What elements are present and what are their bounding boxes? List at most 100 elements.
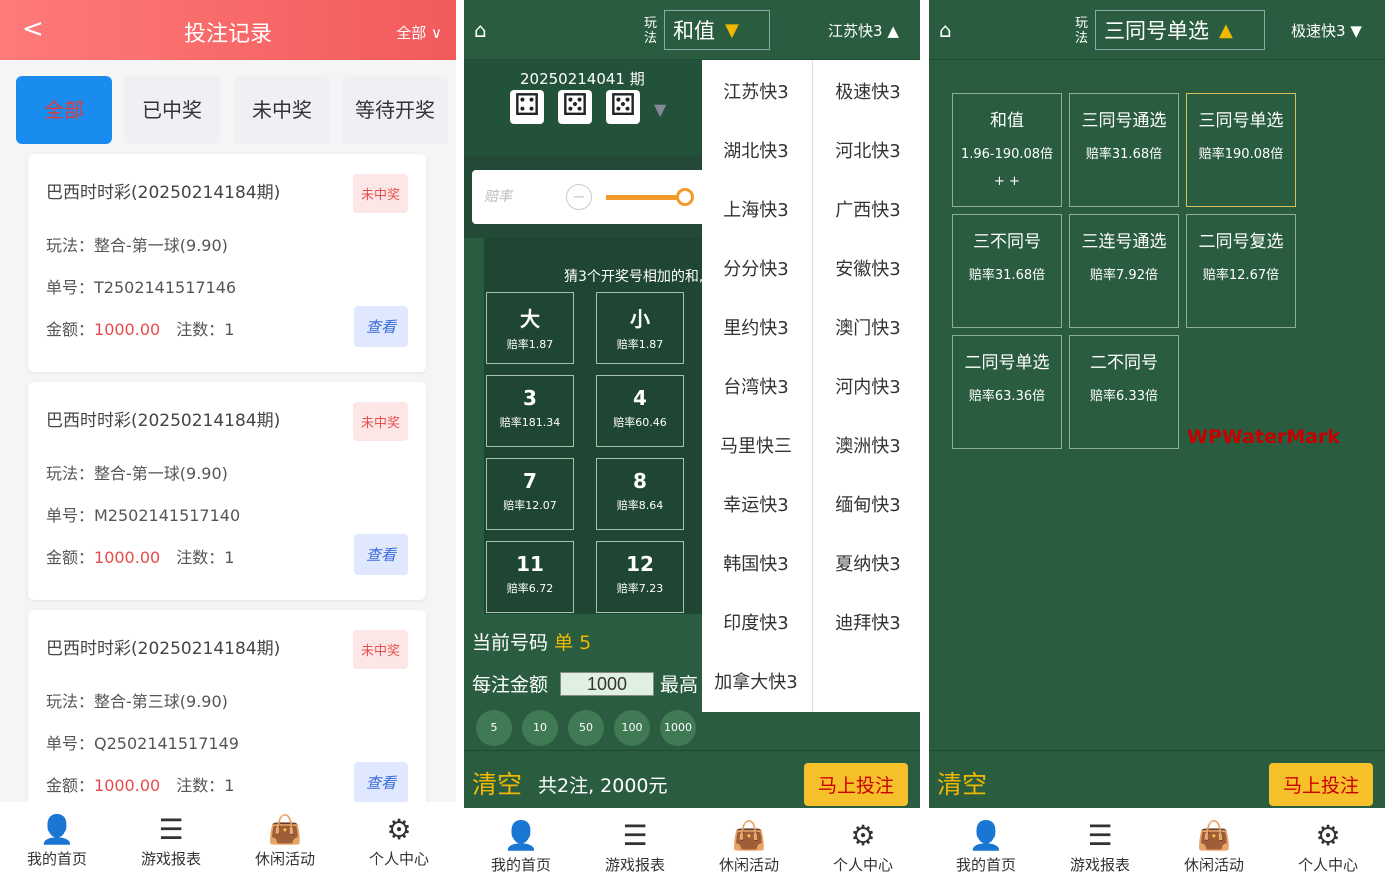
game-option[interactable]: 澳洲快3 <box>814 432 920 458</box>
playtype-odds: 赔率63.36倍 <box>968 389 1046 404</box>
game-option[interactable]: 上海快3 <box>702 196 810 222</box>
status-badge: 未中奖 <box>352 402 408 441</box>
expand-icon[interactable]: ▼ <box>654 100 666 119</box>
order-text: 单号：T2502141517146 <box>46 278 237 297</box>
chip-button[interactable]: 1000 <box>660 710 696 746</box>
gear-icon: ⚙ <box>386 813 412 846</box>
view-button[interactable]: 查看 <box>353 534 408 575</box>
game-option[interactable]: 河北快3 <box>814 137 920 163</box>
playtype-cell[interactable]: 三同号单选 赔率190.08倍 <box>1186 93 1296 207</box>
bet-cell[interactable]: 7 赔率12.07 <box>486 458 574 530</box>
play-label-2: 法 <box>1075 31 1089 46</box>
tab-home[interactable]: 👤 我的首页 <box>0 802 114 892</box>
gear-icon: ⚙ <box>850 819 876 852</box>
game-option[interactable]: 缅甸快3 <box>814 491 920 517</box>
tab-won[interactable]: 已中奖 <box>124 76 220 144</box>
tab-report[interactable]: ☰ 游戏报表 <box>1043 808 1157 892</box>
bet-amount-input[interactable] <box>560 672 654 696</box>
bet-now-button[interactable]: 马上投注 <box>1268 763 1373 806</box>
game-option[interactable]: 河内快3 <box>814 373 920 399</box>
cell-odds: 赔率60.46 <box>613 416 667 429</box>
view-button[interactable]: 查看 <box>353 306 408 347</box>
chip-button[interactable]: 10 <box>522 710 558 746</box>
chip-button[interactable]: 5 <box>476 710 512 746</box>
tab-home[interactable]: 👤 我的首页 <box>464 808 578 892</box>
playtype-name: 三连号通选 <box>1081 232 1167 252</box>
filter-dropdown[interactable]: 全部 ∨ <box>396 22 442 43</box>
playtype-cell[interactable]: 和值 1.96-190.08倍 + + <box>952 93 1062 207</box>
tab-activity[interactable]: 👜 休闲活动 <box>692 808 806 892</box>
game-option[interactable]: 江苏快3 <box>702 78 810 104</box>
playtype-name: 三不同号 <box>973 232 1041 252</box>
tab-all[interactable]: 全部 <box>16 76 112 144</box>
tab-report[interactable]: ☰ 游戏报表 <box>578 808 692 892</box>
card-title: 巴西时时彩(20250214184期) <box>46 411 281 431</box>
game-option[interactable]: 澳门快3 <box>814 314 920 340</box>
chip-button[interactable]: 100 <box>614 710 650 746</box>
playtype-cell[interactable]: 二不同号 赔率6.33倍 <box>1069 335 1179 449</box>
tab-pending[interactable]: 等待开奖 <box>342 76 448 144</box>
playtype-cell[interactable]: 三不同号 赔率31.68倍 <box>952 214 1062 328</box>
bet-cell[interactable]: 小赔率1.87 <box>596 292 684 364</box>
bet-cell[interactable]: 11 赔率6.72 <box>486 541 574 613</box>
view-button[interactable]: 查看 <box>353 762 408 803</box>
game-option[interactable]: 夏纳快3 <box>814 550 920 576</box>
tab-activity[interactable]: 👜 休闲活动 <box>228 802 342 892</box>
game-select[interactable]: 极速快3 ▼ <box>1291 20 1362 41</box>
header: < 投注记录 全部 ∨ <box>0 0 456 60</box>
tab-activity[interactable]: 👜 休闲活动 <box>1157 808 1271 892</box>
playtype-odds: 1.96-190.08倍 <box>960 147 1054 162</box>
tab-label: 个人中心 <box>1297 856 1358 874</box>
playtype-odds: 赔率31.68倍 <box>1085 147 1163 162</box>
game-option[interactable]: 印度快3 <box>702 609 810 635</box>
game-option[interactable]: 台湾快3 <box>702 373 810 399</box>
game-option[interactable]: 安徽快3 <box>814 255 920 281</box>
clear-button[interactable]: 清空 <box>472 765 522 801</box>
tab-label: 游戏报表 <box>140 850 201 868</box>
bet-cell[interactable]: 4 赔率60.46 <box>596 375 684 447</box>
game-option[interactable]: 迪拜快3 <box>814 609 920 635</box>
game-option[interactable]: 加拿大快3 <box>702 668 810 694</box>
bet-cell[interactable]: 8 赔率8.64 <box>596 458 684 530</box>
bet-cell[interactable]: 3 赔率181.34 <box>486 375 574 447</box>
odds-slider[interactable] <box>606 195 686 200</box>
game-option[interactable]: 马里快三 <box>702 432 810 458</box>
game-option[interactable]: 极速快3 <box>814 78 920 104</box>
play-value: 三同号单选 <box>1104 19 1209 43</box>
playtype-cell[interactable]: 三同号通选赔率31.68倍 <box>1069 93 1179 207</box>
bet-now-button[interactable]: 马上投注 <box>803 763 908 806</box>
clear-button[interactable]: 清空 <box>937 765 987 801</box>
tab-report[interactable]: ☰ 游戏报表 <box>114 802 228 892</box>
game-option[interactable]: 分分快3 <box>702 255 810 281</box>
tab-home[interactable]: 👤 我的首页 <box>929 808 1043 892</box>
game-option[interactable]: 广西快3 <box>814 196 920 222</box>
game-option[interactable]: 韩国快3 <box>702 550 810 576</box>
game-option[interactable]: 湖北快3 <box>702 137 810 163</box>
tab-lost[interactable]: 未中奖 <box>234 76 330 144</box>
game-option[interactable]: 里约快3 <box>702 314 810 340</box>
tab-profile[interactable]: ⚙ 个人中心 <box>342 802 456 892</box>
tab-profile[interactable]: ⚙ 个人中心 <box>1271 808 1385 892</box>
tab-profile[interactable]: ⚙ 个人中心 <box>806 808 920 892</box>
playtype-cell[interactable]: 二同号单选 赔率63.36倍 <box>952 335 1062 449</box>
tab-label: 我的首页 <box>490 856 551 874</box>
game-select[interactable]: 江苏快3 ▲ <box>828 20 899 41</box>
slider-handle[interactable] <box>676 188 694 206</box>
playtype-cell[interactable]: 三连号通选 赔率7.92倍 <box>1069 214 1179 328</box>
minus-icon[interactable]: − <box>566 184 592 210</box>
home-icon[interactable]: ⌂ <box>939 18 952 42</box>
game-header: ⌂ 玩法 和值 ▼ 江苏快3 ▲ <box>464 0 920 60</box>
home-icon[interactable]: ⌂ <box>474 18 487 42</box>
game-name: 极速快3 <box>1291 22 1346 40</box>
bet-cell[interactable]: 大赔率1.87 <box>486 292 574 364</box>
playtype-cell[interactable]: 二同号复选 赔率12.67倍 <box>1186 214 1296 328</box>
list-icon: ☰ <box>622 819 648 852</box>
bet-cell[interactable]: 12 赔率7.23 <box>596 541 684 613</box>
playtype-name: 三同号通选 <box>1081 111 1167 131</box>
k3-sum-panel: ⌂ 玩法 和值 ▼ 江苏快3 ▲ 20250214041 期 ⚃ ⚄ ⚄ ▼ 赔率… <box>464 0 920 892</box>
order-text: 单号：Q2502141517149 <box>46 734 239 753</box>
game-option[interactable]: 幸运快3 <box>702 491 810 517</box>
play-select[interactable]: 三同号单选 ▲ <box>1095 10 1265 50</box>
play-select[interactable]: 和值 ▼ <box>664 10 770 50</box>
chip-button[interactable]: 50 <box>568 710 604 746</box>
